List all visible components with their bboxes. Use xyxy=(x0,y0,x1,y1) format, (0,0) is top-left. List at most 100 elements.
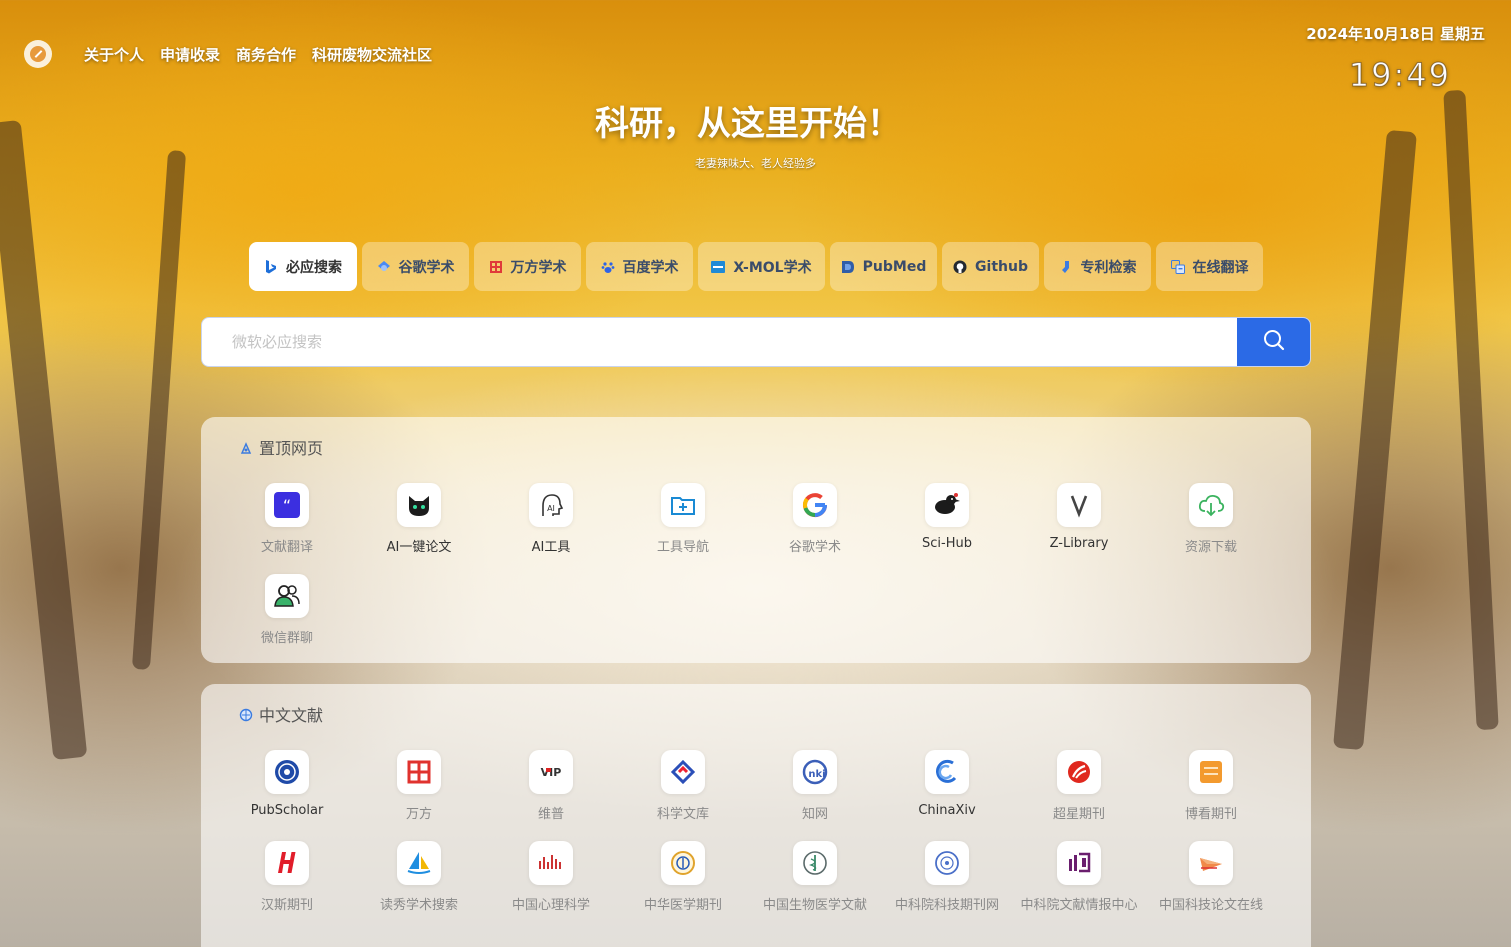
tab-google-scholar[interactable]: 谷歌学术 xyxy=(362,242,469,291)
date-display: 2024年10月18日 星期五 xyxy=(1306,25,1485,43)
tile-label: 文献翻译 xyxy=(260,540,313,555)
tab-baidu-scholar[interactable]: 百度学术 xyxy=(586,242,693,291)
group-chat-icon xyxy=(265,574,309,618)
tab-xmol[interactable]: X-MOL学术 xyxy=(698,242,825,291)
chinaxiv-icon xyxy=(925,750,969,794)
tile-label: 中国生物医学文献 xyxy=(762,898,867,913)
pinned-panel: 置顶网页 “ 文献翻译 AI一键论文 AI AI工具 工具导航 谷歌学术 Sci… xyxy=(201,417,1311,663)
hero-subtitle: 老妻辣味大、老人经验多 xyxy=(695,157,816,170)
chinese-literature-panel: 中文文献 PubScholar 万方 VIP 维普 科学文库 nki 知网 Ch… xyxy=(201,684,1311,947)
patent-icon xyxy=(1059,260,1073,274)
link-tile-kexue-wenku[interactable]: 科学文库 xyxy=(617,750,749,841)
link-tile-cas-library[interactable]: 中科院文献情报中心 xyxy=(1013,841,1145,932)
nav-link-community[interactable]: 科研废物交流社区 xyxy=(312,44,432,65)
search-bar xyxy=(201,317,1311,367)
tab-wanfang[interactable]: 万方学术 xyxy=(474,242,581,291)
tab-label: 在线翻译 xyxy=(1192,259,1249,276)
chinese-panel-title: 中文文献 xyxy=(239,702,323,726)
link-tile-google-scholar[interactable]: 谷歌学术 xyxy=(749,483,881,574)
cloud-download-icon xyxy=(1189,483,1233,527)
search-icon xyxy=(1263,329,1285,355)
site-logo-icon[interactable] xyxy=(24,40,52,68)
svg-text:VIP: VIP xyxy=(541,766,562,779)
tab-bing[interactable]: 必应搜索 xyxy=(249,242,357,291)
link-tile-sinomed[interactable]: 中国生物医学文献 xyxy=(749,841,881,932)
chaoxing-icon xyxy=(1057,750,1101,794)
link-tile-cma[interactable]: 中华医学期刊 xyxy=(617,841,749,932)
tree-trunk-decoration xyxy=(131,150,187,670)
ai-head-icon: AI xyxy=(529,483,573,527)
link-tile-pubscholar[interactable]: PubScholar xyxy=(221,750,353,841)
tile-label: 博看期刊 xyxy=(1184,807,1237,822)
tab-label: 专利检索 xyxy=(1080,259,1137,276)
link-tile-psych[interactable]: 中国心理科学 xyxy=(485,841,617,932)
svg-text:“: “ xyxy=(283,496,291,515)
chinese-grid: PubScholar 万方 VIP 维普 科学文库 nki 知网 ChinaXi… xyxy=(221,750,1277,932)
nav-link-about[interactable]: 关于个人 xyxy=(84,44,144,65)
tile-label: 中国心理科学 xyxy=(511,898,590,913)
tab-patent[interactable]: 专利检索 xyxy=(1044,242,1151,291)
scihub-raven-icon xyxy=(925,483,969,527)
tab-label: 百度学术 xyxy=(622,259,679,276)
tile-label: 读秀学术搜索 xyxy=(379,898,458,913)
link-tile-literature-translate[interactable]: “ 文献翻译 xyxy=(221,483,353,574)
tile-label: AI一键论文 xyxy=(386,540,452,555)
vip-icon: VIP xyxy=(529,750,573,794)
duxiu-sail-icon xyxy=(397,841,441,885)
tab-github[interactable]: Github xyxy=(942,242,1039,291)
link-tile-wechat-group[interactable]: 微信群聊 xyxy=(221,574,353,665)
link-tile-chaoxing[interactable]: 超星期刊 xyxy=(1013,750,1145,841)
tab-translate[interactable]: 在线翻译 xyxy=(1156,242,1263,291)
svg-text:nki: nki xyxy=(808,769,825,780)
tab-label: PubMed xyxy=(862,258,927,275)
tab-label: X-MOL学术 xyxy=(733,259,812,276)
link-tile-ai-tools[interactable]: AI AI工具 xyxy=(485,483,617,574)
link-tile-cas-journals[interactable]: 中科院科技期刊网 xyxy=(881,841,1013,932)
nav-link-apply[interactable]: 申请收录 xyxy=(160,44,220,65)
google-icon xyxy=(793,483,837,527)
github-icon xyxy=(953,260,967,274)
tree-trunk-decoration xyxy=(1333,129,1417,751)
link-tile-hans[interactable]: 汉斯期刊 xyxy=(221,841,353,932)
link-tile-zlibrary[interactable]: Z-Library xyxy=(1013,483,1145,574)
tile-label: ChinaXiv xyxy=(918,803,976,818)
paper-plane-icon xyxy=(1189,841,1233,885)
tile-label: PubScholar xyxy=(250,803,324,818)
baidu-paw-icon xyxy=(601,260,615,274)
panel-title-text: 中文文献 xyxy=(259,706,324,725)
link-tile-ai-paper[interactable]: AI一键论文 xyxy=(353,483,485,574)
wanfang-icon xyxy=(489,260,503,274)
search-button[interactable] xyxy=(1237,318,1310,366)
link-tile-cnki[interactable]: nki 知网 xyxy=(749,750,881,841)
search-engine-tabs: 必应搜索 谷歌学术 万方学术 百度学术 X-MOL学术 PubMed Githu… xyxy=(249,242,1268,291)
svg-text:AI: AI xyxy=(547,504,555,513)
link-tile-resource-download[interactable]: 资源下载 xyxy=(1145,483,1277,574)
link-tile-tool-nav[interactable]: 工具导航 xyxy=(617,483,749,574)
tile-label: 中国科技论文在线 xyxy=(1158,898,1263,913)
pubscholar-icon xyxy=(265,750,309,794)
link-tile-vip[interactable]: VIP 维普 xyxy=(485,750,617,841)
tile-label: 谷歌学术 xyxy=(788,540,841,555)
link-tile-bookan[interactable]: 博看期刊 xyxy=(1145,750,1277,841)
link-tile-paper-online[interactable]: 中国科技论文在线 xyxy=(1145,841,1277,932)
las-icon xyxy=(1057,841,1101,885)
tree-trunk-decoration xyxy=(0,119,88,761)
link-tile-duxiu[interactable]: 读秀学术搜索 xyxy=(353,841,485,932)
bookan-icon xyxy=(1189,750,1233,794)
search-input[interactable] xyxy=(202,318,1237,366)
tab-pubmed[interactable]: PubMed xyxy=(830,242,937,291)
kexue-wenku-icon xyxy=(661,750,705,794)
psych-bars-icon xyxy=(529,841,573,885)
link-tile-wanfang[interactable]: 万方 xyxy=(353,750,485,841)
cma-seal-icon xyxy=(661,841,705,885)
panel-title-text: 置顶网页 xyxy=(259,439,324,458)
link-tile-scihub[interactable]: Sci-Hub xyxy=(881,483,1013,574)
tab-label: 必应搜索 xyxy=(286,259,342,276)
link-tile-chinaxiv[interactable]: ChinaXiv xyxy=(881,750,1013,841)
pin-icon xyxy=(239,440,253,454)
tile-label: 知网 xyxy=(801,807,828,822)
tile-label: 资源下载 xyxy=(1184,540,1237,555)
xmol-icon xyxy=(711,260,726,274)
tile-label: 中华医学期刊 xyxy=(643,898,722,913)
nav-link-business[interactable]: 商务合作 xyxy=(236,44,296,65)
